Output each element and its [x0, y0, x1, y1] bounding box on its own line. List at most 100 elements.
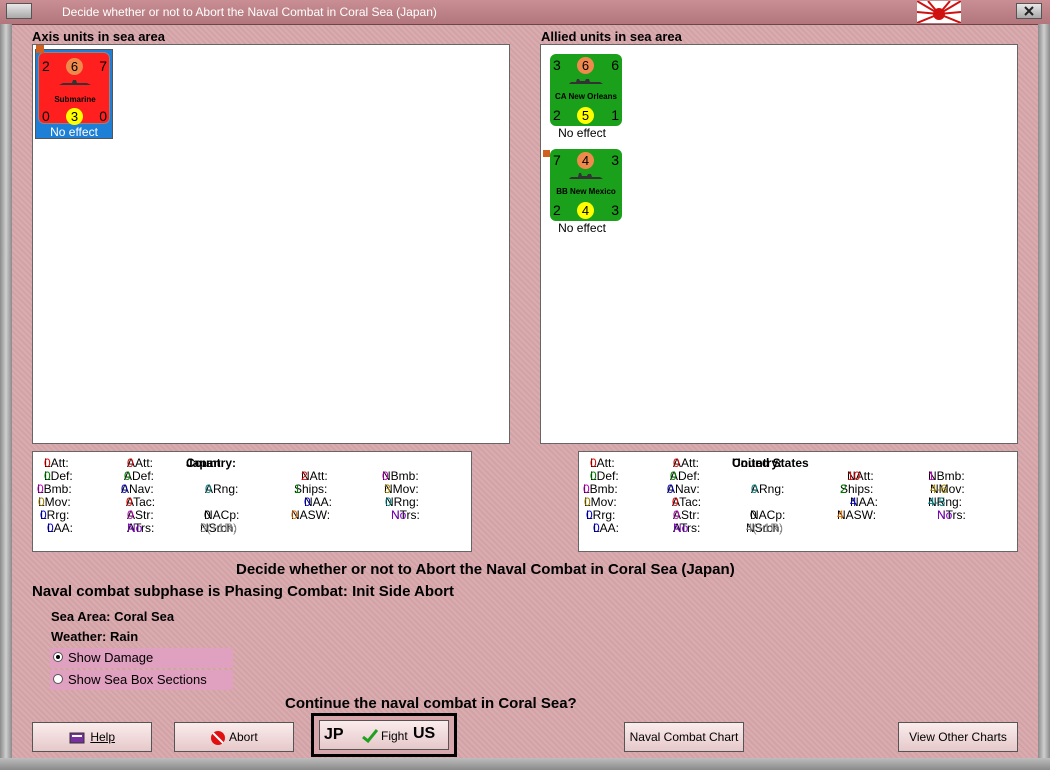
unit-stat: 1	[611, 107, 619, 123]
stat-value: 1	[928, 469, 935, 483]
submarine-icon	[59, 80, 91, 85]
unit-stat: 6	[66, 58, 83, 75]
decision-heading: Decide whether or not to Abort the Naval…	[236, 561, 735, 578]
unit-stat: 0	[42, 108, 50, 124]
fight-button[interactable]: JP Fight US	[319, 720, 449, 750]
stat-value: 0	[382, 469, 389, 483]
stat-value: 0	[751, 482, 758, 496]
allied-stats-panel: LAtt: 0 LDef: 0 LBmb: 0 LMov: 0 LRrg: 0 …	[578, 451, 1018, 552]
show-sea-box-radio[interactable]: Show Sea Box Sections	[50, 670, 233, 690]
stat-value: 4	[850, 495, 857, 509]
help-label: Help	[90, 730, 116, 744]
stat-value: 1	[294, 482, 301, 496]
unit-stat: 4	[577, 202, 594, 219]
fight-jp-label: JP	[324, 726, 344, 743]
unit-stat: 3	[553, 57, 561, 73]
stat-value: 0	[583, 482, 590, 496]
stat-value: 0	[121, 482, 128, 496]
radio-unselected-icon	[53, 674, 63, 684]
axis-stats-panel: LAtt: 0 LDef: 0 LBmb: 0 LMov: 0 LRrg: 0 …	[32, 451, 472, 552]
unit-stat: 5	[577, 107, 594, 124]
stat-value: 0	[47, 521, 54, 535]
stat-value: 0	[670, 469, 677, 483]
unit-effect-label: No effect	[50, 125, 98, 139]
view-other-charts-label: View Other Charts	[909, 730, 1007, 744]
fight-label: Fight	[381, 729, 408, 743]
stat-value: No	[937, 508, 953, 522]
abort-button[interactable]: Abort	[174, 722, 294, 752]
stat-value: No	[391, 508, 407, 522]
stat-value: No	[127, 521, 143, 535]
naval-combat-chart-button[interactable]: Naval Combat Chart	[624, 722, 744, 752]
stat-value: 0	[38, 495, 45, 509]
stat-value: 0	[590, 469, 597, 483]
allied-units-panel: 3 6 6 CA New Orleans 2 5 1 No effect 7 4…	[540, 44, 1018, 444]
stat-value: 0	[673, 508, 680, 522]
weather-value: Rain	[110, 629, 139, 644]
stat-value: 0	[590, 456, 597, 470]
stat-value: 0	[385, 495, 392, 509]
unit-counter-submarine[interactable]: 2 6 7 Submarine 0 3 0	[38, 52, 110, 125]
unit-name: Submarine	[54, 95, 96, 104]
view-other-charts-button[interactable]: View Other Charts	[898, 722, 1018, 752]
help-button[interactable]: Help	[32, 722, 152, 752]
radio-selected-icon	[53, 652, 63, 662]
window-title: Decide whether or not to Abort the Naval…	[62, 5, 437, 19]
unit-marker-icon	[36, 45, 44, 53]
unit-name: BB New Mexico	[556, 187, 616, 196]
unit-stat: 2	[42, 58, 50, 74]
fight-button-highlight: JP Fight US	[311, 713, 457, 757]
stat-value: 0	[126, 495, 133, 509]
unit-stat: 3	[66, 108, 83, 125]
stat-value: 4	[837, 508, 844, 522]
sea-area-label: Sea Area:	[51, 609, 111, 624]
stat-value: 4(+1R)	[746, 521, 784, 535]
stat-value: 0	[304, 495, 311, 509]
stat-value: 0	[204, 508, 211, 522]
minimize-button[interactable]	[6, 3, 32, 19]
stat-value: 3(+1R)	[200, 521, 238, 535]
weather-label: Weather:	[51, 629, 107, 644]
stat-value: 0	[750, 508, 757, 522]
cruiser-icon	[569, 79, 603, 84]
country-value: United States	[732, 456, 809, 470]
unit-counter-ca-new-orleans[interactable]: 3 6 6 CA New Orleans 2 5 1	[550, 54, 622, 126]
axis-units-panel: 2 6 7 Submarine 0 3 0 No effect	[32, 44, 510, 444]
battleship-icon	[569, 173, 603, 179]
stat-value: 4-6	[930, 482, 948, 496]
fight-us-label: US	[413, 725, 436, 742]
unit-stat: 7	[553, 152, 561, 168]
stat-value: 2	[840, 482, 847, 496]
title-bar: Decide whether or not to Abort the Naval…	[0, 0, 1050, 25]
stat-value: 0	[127, 508, 134, 522]
unit-name: CA New Orleans	[555, 92, 617, 101]
show-damage-radio[interactable]: Show Damage	[50, 648, 233, 668]
unit-stat: 0	[99, 108, 107, 124]
show-damage-label: Show Damage	[68, 650, 154, 665]
unit-effect-label: No effect	[558, 221, 606, 235]
stat-value: 2	[301, 469, 308, 483]
unit-stat: 6	[577, 57, 594, 74]
checkmark-icon	[362, 729, 378, 743]
unit-stat: 2	[553, 107, 561, 123]
stat-value: 0	[672, 495, 679, 509]
stat-value: 0	[667, 482, 674, 496]
stat-value: 3	[384, 482, 391, 496]
stat-value: 0	[44, 456, 51, 470]
axis-units-label: Axis units in sea area	[32, 29, 165, 44]
show-sea-box-label: Show Sea Box Sections	[68, 672, 207, 687]
stat-value: 0	[44, 469, 51, 483]
window-frame: Decide whether or not to Abort the Naval…	[0, 0, 1050, 770]
stat-value: 0	[593, 521, 600, 535]
close-button[interactable]	[1016, 3, 1042, 19]
stat-value: 0	[673, 456, 680, 470]
unit-counter-bb-new-mexico[interactable]: 7 4 3 BB New Mexico 2 4 3	[550, 149, 622, 221]
stat-value: 0	[586, 508, 593, 522]
unit-marker-icon	[543, 150, 550, 157]
stat-value: 10	[847, 469, 861, 483]
stat-value: 0	[40, 508, 47, 522]
stat-value: 4-5	[928, 495, 946, 509]
unit-stat: 2	[553, 202, 561, 218]
unit-stat: 3	[611, 202, 619, 218]
unit-stat: 7	[99, 58, 107, 74]
